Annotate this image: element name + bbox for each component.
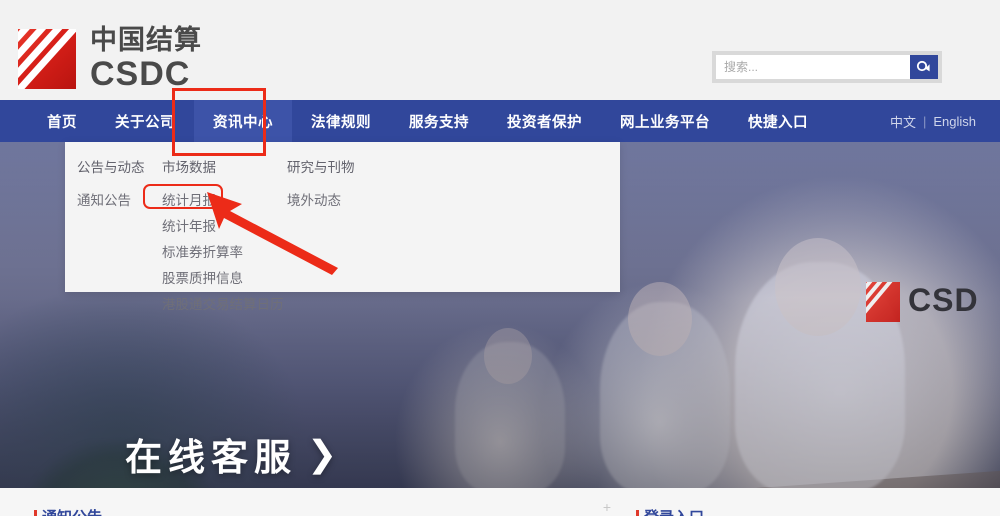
footer-notice-label: 通知公告	[42, 506, 102, 516]
footer-strip	[0, 488, 1000, 516]
nav-item-quick-entry[interactable]: 快捷入口	[729, 100, 827, 142]
search-input[interactable]	[716, 55, 910, 79]
dropdown-link-notice[interactable]: 通知公告	[77, 188, 162, 214]
dropdown-col-3-heading: 研究与刊物	[287, 155, 427, 181]
language-switcher: 中文 | English	[890, 100, 976, 142]
hero-caption[interactable]: 在线客服 ❯	[125, 427, 343, 481]
csdc-stripes-logo-icon	[18, 29, 76, 89]
dropdown-headings-row: 公告与动态 市场数据 研究与刊物	[65, 155, 620, 181]
accent-bar-icon	[34, 509, 37, 516]
nav-items: 首页 关于公司 资讯中心 法律规则 服务支持 投资者保护 网上业务平台 快捷入口	[28, 100, 827, 142]
nav-item-news-center[interactable]: 资讯中心	[194, 100, 292, 142]
lang-separator: |	[922, 113, 927, 129]
footer-section-login[interactable]: 登录入口	[636, 506, 704, 516]
nav-item-investor-protection[interactable]: 投资者保护	[488, 100, 601, 142]
dropdown-heading-research[interactable]: 研究与刊物	[287, 155, 427, 181]
dropdown-heading-announcements[interactable]: 公告与动态	[77, 155, 162, 181]
nav-item-about[interactable]: 关于公司	[96, 100, 194, 142]
page-root: 中国结算 CSDC 首页 关于公司 资讯中心 法律规则 服务支持 投资者保护 网…	[0, 0, 1000, 516]
lang-english[interactable]: English	[933, 114, 976, 129]
search-button[interactable]	[910, 55, 938, 79]
dropdown-col-3-links: 境外动态	[287, 188, 427, 318]
footer-login-label: 登录入口	[644, 506, 704, 516]
dropdown-col-1-heading: 公告与动态	[77, 155, 162, 181]
hero-csdc-logo-icon	[866, 282, 900, 322]
dropdown-link-overseas-news[interactable]: 境外动态	[287, 188, 427, 214]
nav-item-laws[interactable]: 法律规则	[292, 100, 390, 142]
dropdown-col-2-links: 统计月报 统计年报 标准券折算率 股票质押信息 港股通交易结算日历	[162, 188, 287, 318]
plus-icon[interactable]: +	[600, 500, 614, 514]
dropdown-link-annual-report[interactable]: 统计年报	[162, 214, 287, 240]
dropdown-link-monthly-report[interactable]: 统计月报	[162, 188, 287, 214]
logo-english-name: CSDC	[90, 55, 191, 93]
search-box	[712, 51, 942, 83]
search-icon	[916, 60, 930, 72]
site-logo[interactable]: 中国结算 CSDC	[18, 27, 202, 91]
hero-caption-text: 在线客服	[125, 437, 297, 478]
lang-chinese[interactable]: 中文	[890, 112, 916, 131]
logo-text: 中国结算 CSDC	[90, 25, 202, 93]
site-header: 中国结算 CSDC	[0, 0, 1000, 100]
accent-bar-icon	[636, 509, 639, 516]
nav-item-services[interactable]: 服务支持	[390, 100, 488, 142]
footer-section-notice[interactable]: 通知公告	[34, 506, 102, 516]
nav-item-online-platform[interactable]: 网上业务平台	[601, 100, 729, 142]
chevron-right-icon: ❯	[307, 433, 344, 474]
main-navigation: 首页 关于公司 资讯中心 法律规则 服务支持 投资者保护 网上业务平台 快捷入口…	[0, 100, 1000, 142]
news-center-dropdown: 公告与动态 市场数据 研究与刊物 通知公告 统计月报 统计年报 标准券折算率 股…	[65, 142, 620, 312]
hero-csdc-logo-text: CSD	[908, 282, 979, 318]
dropdown-links-row: 通知公告 统计月报 统计年报 标准券折算率 股票质押信息 港股通交易结算日历 境…	[65, 188, 620, 318]
dropdown-link-standard-bond-rate[interactable]: 标准券折算率	[162, 240, 287, 266]
dropdown-col-2-heading: 市场数据	[162, 155, 287, 181]
dropdown-link-stock-pledge-info[interactable]: 股票质押信息	[162, 266, 287, 292]
dropdown-heading-market-data[interactable]: 市场数据	[162, 155, 287, 181]
nav-item-home[interactable]: 首页	[28, 100, 96, 142]
dropdown-col-1-links: 通知公告	[77, 188, 162, 318]
logo-chinese-name: 中国结算	[90, 25, 202, 55]
dropdown-link-hk-settlement-calendar[interactable]: 港股通交易结算日历	[162, 292, 287, 318]
